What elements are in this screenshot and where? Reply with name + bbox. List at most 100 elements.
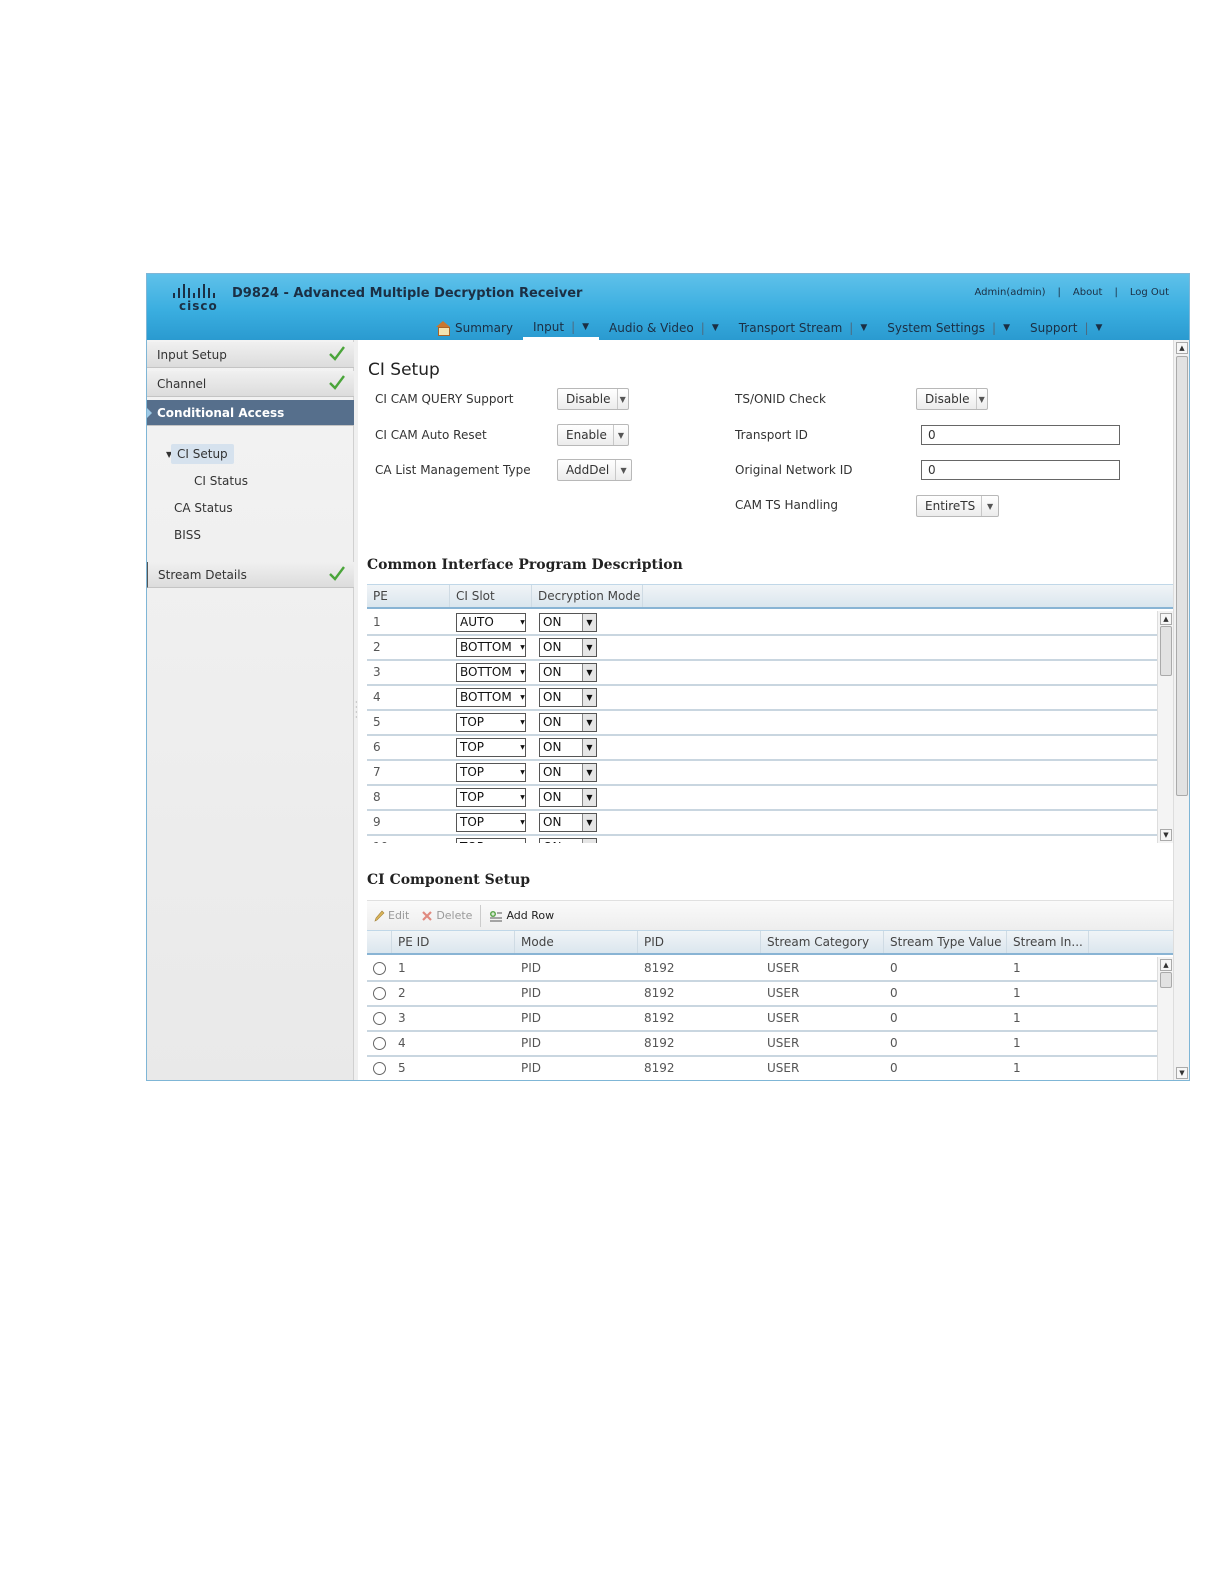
- decryption-mode-select[interactable]: ON ▼: [539, 663, 597, 682]
- ci-slot-select[interactable]: BOTTOM ▼: [456, 663, 526, 682]
- row-radio[interactable]: [373, 987, 386, 1000]
- ts-onid-check-select[interactable]: Disable ▼: [916, 388, 988, 410]
- table-row[interactable]: 3 BOTTOM ▼ ON ▼: [367, 661, 1157, 686]
- table-row[interactable]: 8 TOP ▼ ON ▼: [367, 786, 1157, 811]
- table-row[interactable]: 9 TOP ▼ ON ▼: [367, 811, 1157, 836]
- add-row-button[interactable]: Add Row: [483, 909, 560, 922]
- ci-slot-select[interactable]: TOP ▼: [456, 763, 526, 782]
- grid-body: 1 AUTO ▼ ON ▼ 2 BOTTOM ▼ ON ▼ 3 BOTTOM ▼ ON ▼ 4 BOTTOM ▼ O…: [367, 611, 1157, 843]
- column-header-decryption-mode[interactable]: Decryption Mode: [532, 585, 643, 607]
- ci-slot-select[interactable]: TOP ▼: [456, 788, 526, 807]
- ci-cam-auto-reset-select[interactable]: Enable ▼: [557, 424, 629, 446]
- decryption-mode-select[interactable]: ON ▼: [539, 763, 597, 782]
- ci-slot-select[interactable]: TOP ▼: [456, 813, 526, 832]
- sidebar-item-input-setup[interactable]: Input Setup: [147, 342, 354, 368]
- table-row[interactable]: 2 PID 8192 USER 0 1: [367, 982, 1157, 1007]
- sidebar-item-conditional-access[interactable]: Conditional Access: [147, 400, 354, 426]
- decryption-mode-select[interactable]: ON ▼: [539, 813, 597, 832]
- chevron-down-icon[interactable]: ▼: [1095, 323, 1102, 333]
- chevron-down-icon[interactable]: ▼: [582, 322, 589, 332]
- decryption-mode-select[interactable]: ON ▼: [539, 838, 597, 843]
- table-row[interactable]: 10 TOP ▼ ON ▼: [367, 836, 1157, 843]
- sidebar-sub-ca-status[interactable]: CA Status: [174, 501, 233, 515]
- table-row[interactable]: 6 TOP ▼ ON ▼: [367, 736, 1157, 761]
- table-row[interactable]: 4 BOTTOM ▼ ON ▼: [367, 686, 1157, 711]
- nav-transport-stream[interactable]: Transport Stream | ▼: [729, 316, 878, 340]
- decryption-mode-select[interactable]: ON ▼: [539, 738, 597, 757]
- grid-scrollbar[interactable]: ▲ ▼: [1157, 611, 1173, 843]
- nav-system-settings[interactable]: System Settings | ▼: [877, 316, 1020, 340]
- chevron-down-icon[interactable]: ▼: [860, 323, 867, 333]
- select-value: Disable: [917, 389, 977, 409]
- sidebar-sub-ci-status[interactable]: CI Status: [194, 474, 248, 488]
- column-header-pe[interactable]: PE: [367, 585, 450, 607]
- table-row[interactable]: 1 AUTO ▼ ON ▼: [367, 611, 1157, 636]
- nav-input[interactable]: Input | ▼: [523, 316, 600, 340]
- about-link[interactable]: About: [1073, 287, 1103, 298]
- column-header-pid[interactable]: PID: [638, 931, 761, 953]
- pe-cell: 3: [373, 665, 381, 679]
- row-radio[interactable]: [373, 1012, 386, 1025]
- column-header-stream-category[interactable]: Stream Category: [761, 931, 884, 953]
- ci-slot-select[interactable]: TOP ▼: [456, 738, 526, 757]
- user-label[interactable]: Admin(admin): [974, 287, 1045, 298]
- scroll-up-icon[interactable]: ▲: [1160, 959, 1172, 971]
- table-cell: PID: [521, 986, 542, 1000]
- column-header-stream-type-value[interactable]: Stream Type Value: [884, 931, 1007, 953]
- column-header-ci-slot[interactable]: CI Slot: [450, 585, 532, 607]
- table-row[interactable]: 3 PID 8192 USER 0 1: [367, 1007, 1157, 1032]
- table-row[interactable]: 5 PID 8192 USER 0 1: [367, 1057, 1157, 1080]
- row-radio[interactable]: [373, 1037, 386, 1050]
- scroll-up-icon[interactable]: ▲: [1176, 342, 1188, 354]
- row-radio[interactable]: [373, 962, 386, 975]
- decryption-mode-select[interactable]: ON ▼: [539, 713, 597, 732]
- transport-id-field[interactable]: 0: [921, 425, 1120, 445]
- table-cell: 3: [398, 1011, 406, 1025]
- decryption-mode-select[interactable]: ON ▼: [539, 788, 597, 807]
- decryption-mode-select[interactable]: ON ▼: [539, 688, 597, 707]
- nav-support[interactable]: Support | ▼: [1020, 316, 1112, 340]
- sidebar-sub-ci-setup[interactable]: CI Setup: [171, 444, 234, 464]
- sidebar-item-stream-details[interactable]: Stream Details: [147, 562, 354, 588]
- pe-grid: PE CI Slot Decryption Mode 1 AUTO ▼ ON ▼ 2 BOT…: [367, 584, 1173, 843]
- ci-cam-query-select[interactable]: Disable ▼: [557, 388, 629, 410]
- table-row[interactable]: 2 BOTTOM ▼ ON ▼: [367, 636, 1157, 661]
- ca-list-management-select[interactable]: AddDel ▼: [557, 459, 632, 481]
- sidebar-item-channel[interactable]: Channel: [147, 371, 354, 397]
- column-header-mode[interactable]: Mode: [515, 931, 638, 953]
- logout-link[interactable]: Log Out: [1130, 287, 1169, 298]
- table-row[interactable]: 7 TOP ▼ ON ▼: [367, 761, 1157, 786]
- table-row[interactable]: 1 PID 8192 USER 0 1: [367, 957, 1157, 982]
- scroll-up-icon[interactable]: ▲: [1160, 613, 1172, 625]
- original-network-id-field[interactable]: 0: [921, 460, 1120, 480]
- grid-scrollbar[interactable]: ▲: [1157, 957, 1173, 1080]
- delete-button[interactable]: Delete: [415, 909, 478, 922]
- ci-slot-select[interactable]: BOTTOM ▼: [456, 638, 526, 657]
- scroll-thumb[interactable]: [1176, 356, 1188, 796]
- scroll-down-icon[interactable]: ▼: [1176, 1067, 1188, 1079]
- chevron-down-icon[interactable]: ▼: [712, 323, 719, 333]
- decryption-mode-select[interactable]: ON ▼: [539, 638, 597, 657]
- ci-slot-select[interactable]: TOP ▼: [456, 713, 526, 732]
- scroll-down-icon[interactable]: ▼: [1160, 829, 1172, 841]
- sidebar-sub-biss[interactable]: BISS: [174, 528, 201, 542]
- table-row[interactable]: 5 TOP ▼ ON ▼: [367, 711, 1157, 736]
- scroll-thumb[interactable]: [1160, 972, 1172, 988]
- nav-summary[interactable]: Summary: [425, 316, 523, 340]
- column-header-stream-index[interactable]: Stream In...: [1007, 931, 1089, 953]
- chevron-down-icon: ▼: [520, 614, 525, 631]
- table-cell: 4: [398, 1036, 406, 1050]
- ci-slot-select[interactable]: BOTTOM ▼: [456, 688, 526, 707]
- chevron-down-icon[interactable]: ▼: [1003, 323, 1010, 333]
- edit-button[interactable]: Edit: [367, 909, 415, 922]
- cam-ts-handling-select[interactable]: EntireTS ▼: [916, 495, 999, 517]
- main-scrollbar[interactable]: ▲ ▼: [1173, 340, 1189, 1080]
- row-radio[interactable]: [373, 1062, 386, 1075]
- decryption-mode-select[interactable]: ON ▼: [539, 613, 597, 632]
- table-row[interactable]: 4 PID 8192 USER 0 1: [367, 1032, 1157, 1057]
- ci-slot-select[interactable]: AUTO ▼: [456, 613, 526, 632]
- scroll-thumb[interactable]: [1160, 626, 1172, 676]
- nav-audio-video[interactable]: Audio & Video | ▼: [599, 316, 729, 340]
- ci-slot-select[interactable]: TOP ▼: [456, 838, 526, 843]
- column-header-pe-id[interactable]: PE ID: [392, 931, 515, 953]
